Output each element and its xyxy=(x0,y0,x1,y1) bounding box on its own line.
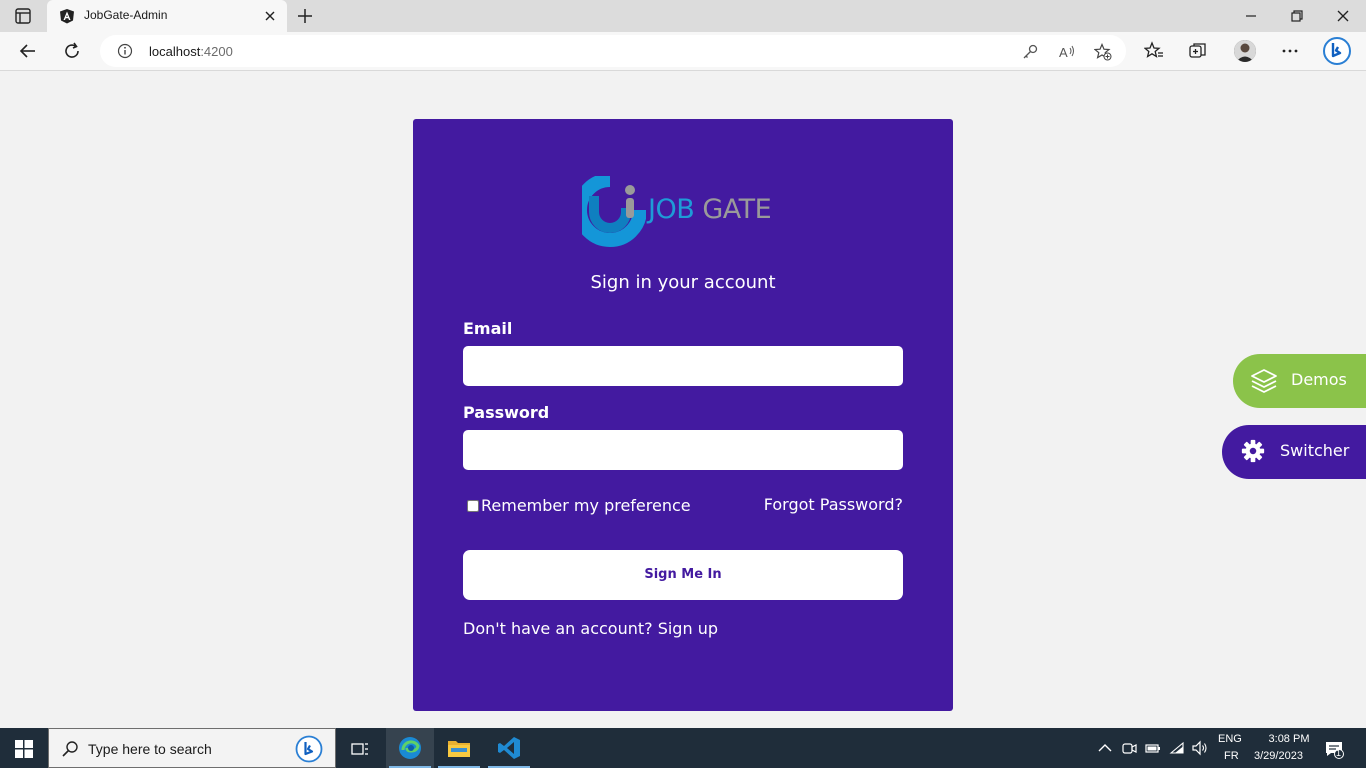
address-bar[interactable]: localhost:4200 A xyxy=(100,35,1126,67)
collections-icon[interactable] xyxy=(1188,41,1208,61)
chevron-up-icon[interactable] xyxy=(1097,740,1113,756)
remember-checkbox[interactable] xyxy=(467,499,479,512)
back-icon[interactable] xyxy=(18,41,38,61)
favorites-icon[interactable] xyxy=(1144,41,1164,61)
logo-word-gate: GATE xyxy=(702,194,772,225)
profile-avatar[interactable] xyxy=(1234,40,1256,62)
taskbar-file-explorer[interactable] xyxy=(435,728,483,768)
meet-icon[interactable] xyxy=(1121,740,1137,756)
wifi-icon[interactable] xyxy=(1169,740,1185,756)
browser-toolbar: localhost:4200 A xyxy=(0,32,1366,71)
demos-label: Demos xyxy=(1291,370,1347,389)
more-icon[interactable] xyxy=(1280,41,1300,61)
info-icon[interactable] xyxy=(117,43,133,59)
angular-icon xyxy=(60,9,74,24)
restore-icon[interactable] xyxy=(1289,8,1305,24)
email-label: Email xyxy=(463,319,513,338)
edge-icon xyxy=(399,737,421,759)
taskbar-vscode[interactable] xyxy=(485,728,533,768)
browser-tab[interactable]: JobGate-Admin xyxy=(47,0,287,32)
logo-word-job: JOB xyxy=(648,194,695,225)
notification-count: 1 xyxy=(1336,748,1342,758)
url-port: :4200 xyxy=(200,44,233,59)
password-label: Password xyxy=(463,403,550,422)
folder-icon xyxy=(448,741,470,757)
bing-search-icon[interactable] xyxy=(295,735,323,763)
form-title: Sign in your account xyxy=(590,272,776,293)
keyboard-layout-indicator[interactable]: FR xyxy=(1224,750,1239,762)
refresh-icon[interactable] xyxy=(62,41,82,61)
layers-icon xyxy=(1251,369,1277,393)
browser-tab-bar: JobGate-Admin xyxy=(0,0,1366,32)
jobgate-logo: JOB GATE xyxy=(582,176,782,248)
switcher-button[interactable]: Switcher xyxy=(1222,425,1366,479)
key-icon[interactable] xyxy=(1021,43,1039,61)
remember-preference[interactable]: Remember my preference xyxy=(467,496,691,515)
switcher-label: Switcher xyxy=(1280,441,1350,460)
vscode-icon xyxy=(498,737,520,759)
favorite-add-icon[interactable] xyxy=(1094,43,1112,61)
password-input[interactable] xyxy=(463,430,903,470)
logo-mark-icon xyxy=(582,176,646,247)
taskbar: Type here to search ENG FR 3:08 PM 3/29/… xyxy=(0,728,1366,768)
search-icon xyxy=(62,741,78,757)
taskbar-edge[interactable] xyxy=(386,728,434,768)
gear-icon xyxy=(1241,439,1265,463)
tab-title: JobGate-Admin xyxy=(84,8,168,22)
remember-label[interactable]: Remember my preference xyxy=(481,496,691,515)
notification-center-button[interactable]: 1 xyxy=(1324,739,1344,759)
clock-time[interactable]: 3:08 PM xyxy=(1259,733,1319,745)
taskbar-search[interactable]: Type here to search xyxy=(48,728,336,768)
volume-icon[interactable] xyxy=(1192,740,1208,756)
plus-icon[interactable] xyxy=(296,7,314,25)
read-aloud-icon[interactable]: A xyxy=(1058,43,1076,61)
email-input[interactable] xyxy=(463,346,903,386)
clock-date[interactable]: 3/29/2023 xyxy=(1254,750,1303,762)
demos-button[interactable]: Demos xyxy=(1233,354,1366,408)
minimize-icon[interactable] xyxy=(1243,8,1259,24)
sidebar-icon[interactable] xyxy=(14,7,32,25)
forgot-password-link[interactable]: Forgot Password? xyxy=(764,495,903,514)
signup-link[interactable]: Don't have an account? Sign up xyxy=(463,619,718,638)
logo-text: JOB GATE xyxy=(648,194,772,225)
sign-in-button[interactable]: Sign Me In xyxy=(463,550,903,600)
bing-icon[interactable] xyxy=(1322,36,1352,66)
task-view-icon[interactable] xyxy=(351,740,369,758)
battery-icon[interactable] xyxy=(1145,740,1161,756)
svg-text:A: A xyxy=(1059,45,1068,60)
close-window-icon[interactable] xyxy=(1335,8,1351,24)
language-indicator[interactable]: ENG xyxy=(1218,733,1242,745)
windows-icon[interactable] xyxy=(15,740,33,758)
url-text[interactable]: localhost:4200 xyxy=(149,44,233,59)
url-host: localhost xyxy=(149,44,201,59)
close-icon[interactable] xyxy=(263,9,277,23)
login-card: JOB GATE Sign in your account Email Pass… xyxy=(413,119,953,711)
search-placeholder: Type here to search xyxy=(88,741,212,757)
